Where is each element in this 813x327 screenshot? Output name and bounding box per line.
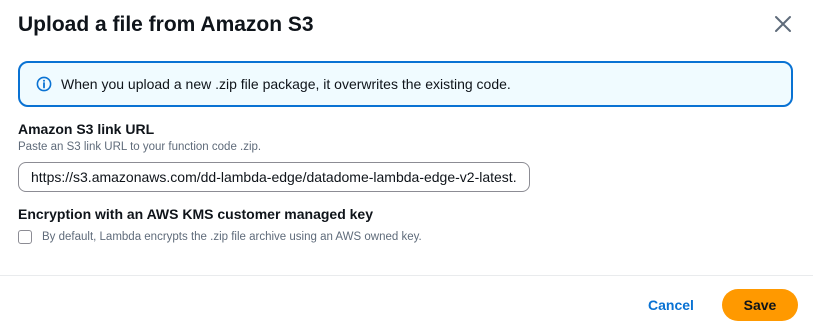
info-alert: When you upload a new .zip file package,…: [18, 61, 793, 107]
encryption-label: Encryption with an AWS KMS customer mana…: [18, 206, 373, 222]
s3-url-input[interactable]: [18, 162, 530, 192]
kms-checkbox-description: By default, Lambda encrypts the .zip fil…: [42, 231, 422, 243]
s3-url-description: Paste an S3 link URL to your function co…: [18, 141, 262, 153]
kms-key-checkbox[interactable]: [18, 230, 32, 244]
save-button[interactable]: Save: [722, 289, 798, 321]
close-button[interactable]: [769, 10, 797, 38]
footer-divider: [0, 275, 813, 276]
s3-url-label: Amazon S3 link URL: [18, 121, 155, 137]
info-icon: [35, 76, 52, 93]
upload-from-s3-modal: Upload a file from Amazon S3 When you up…: [0, 0, 813, 327]
alert-text: When you upload a new .zip file package,…: [61, 76, 511, 92]
cancel-button[interactable]: Cancel: [640, 290, 702, 320]
close-icon: [775, 16, 791, 32]
modal-header: Upload a file from Amazon S3: [18, 10, 795, 44]
modal-title: Upload a file from Amazon S3: [18, 13, 314, 36]
